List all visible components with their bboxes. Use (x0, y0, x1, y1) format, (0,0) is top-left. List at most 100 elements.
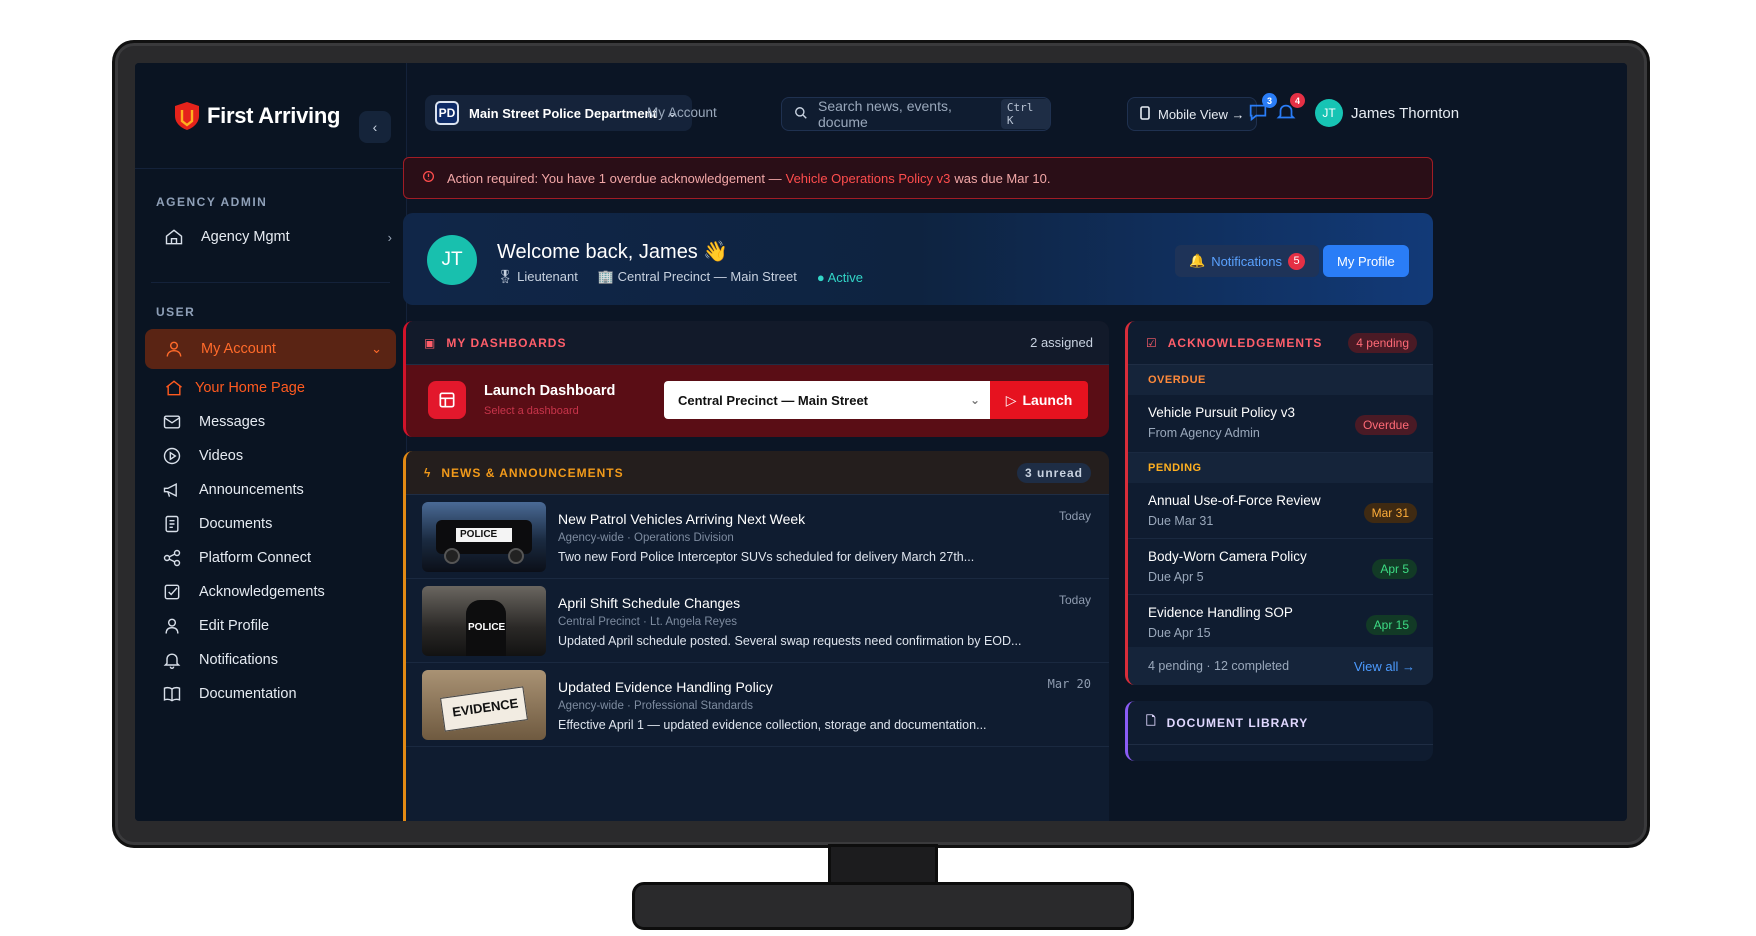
thumb-text: POLICE (460, 529, 498, 540)
view-all-link[interactable]: View all → (1354, 659, 1415, 674)
avatar[interactable]: JT (1315, 99, 1343, 127)
sidebar-item-edit-profile[interactable]: Edit Profile (135, 609, 406, 643)
ack-row[interactable]: Evidence Handling SOP Due Apr 15 Apr 15 (1128, 595, 1433, 651)
ack-row[interactable]: Annual Use-of-Force Review Due Mar 31 Ma… (1128, 483, 1433, 539)
launch-button[interactable]: ▷ Launch (990, 381, 1088, 419)
sidebar-item-videos[interactable]: Videos (135, 439, 406, 473)
dashboards-title: MY DASHBOARDS (446, 335, 567, 350)
my-profile-button[interactable]: My Profile (1323, 245, 1409, 277)
check-square-icon (161, 581, 183, 603)
monitor-stand-neck (828, 844, 938, 886)
check-square-icon: ☑ (1146, 335, 1158, 350)
alert-suffix: was due Mar 10. (954, 170, 1051, 186)
sidebar-item-platform-connect[interactable]: Platform Connect (135, 541, 406, 575)
chat-icon (1247, 104, 1269, 127)
sidebar-item-my-account[interactable]: My Account ⌄ (145, 329, 396, 369)
dept-name: Main Street Police Department (469, 105, 657, 121)
building-icon: 🏢 (597, 269, 618, 284)
pending-label: PENDING (1128, 453, 1433, 483)
news-header: ϟ NEWS & ANNOUNCEMENTS 3 unread (406, 451, 1109, 495)
dashboard-select[interactable]: Central Precinct — Main Street ⌄ (664, 381, 990, 419)
launch-dashboard-hint: Select a dashboard (484, 405, 579, 417)
due-badge: Mar 31 (1363, 503, 1417, 523)
user-name[interactable]: James Thornton (1351, 105, 1459, 122)
book-icon (161, 683, 183, 705)
sidebar-item-messages[interactable]: Messages (135, 405, 406, 439)
share-icon (161, 547, 183, 569)
news-date: Today (1058, 593, 1091, 607)
sidebar-item-announcements[interactable]: Announcements (135, 473, 406, 507)
pending-badge: 4 pending (1348, 332, 1417, 353)
overdue-alert-banner: Action required: You have 1 overdue ackn… (403, 157, 1433, 199)
search-placeholder: Search news, events, docume (818, 98, 952, 130)
notifications-button[interactable]: 🔔 Notifications 5 (1175, 245, 1319, 277)
doclib-header: 🗋 DOCUMENT LIBRARY (1128, 701, 1433, 745)
list-item[interactable]: POLICE April Shift Schedule Changes Cent… (406, 579, 1109, 663)
chevron-right-icon: › (387, 229, 392, 245)
launch-label: Launch (1022, 392, 1073, 408)
news-thumbnail: POLICE (422, 502, 546, 572)
list-item[interactable]: EVIDENCE Updated Evidence Handling Polic… (406, 663, 1109, 747)
sidebar-item-agency-mgmt[interactable]: Agency Mgmt › (135, 215, 406, 259)
collapse-sidebar-button[interactable]: ‹ (359, 111, 391, 143)
sidebar-item-acknowledgements[interactable]: Acknowledgements (135, 575, 406, 609)
alert-policy-link[interactable]: Vehicle Operations Policy v3 (786, 171, 951, 186)
news-meta: Agency-wide · Professional Standards (558, 700, 753, 712)
due-badge: Apr 5 (1372, 559, 1417, 579)
sidebar-item-label: Edit Profile (199, 618, 270, 634)
ack-row-overdue[interactable]: Vehicle Pursuit Policy v3 From Agency Ad… (1128, 395, 1433, 453)
search-icon (794, 106, 808, 123)
ack-title: Annual Use-of-Force Review (1148, 493, 1321, 508)
user-meta: 🎖 Lieutenant 🏢 Central Precinct — Main S… (497, 269, 863, 285)
notifications-button[interactable]: 4 (1275, 93, 1305, 127)
thumb-text: POLICE (468, 622, 506, 633)
user-icon (163, 338, 185, 360)
home-icon (163, 377, 185, 399)
acks-footer: 4 pending · 12 completed View all → (1128, 647, 1433, 685)
rank: 🎖 Lieutenant (497, 269, 578, 284)
unread-badge: 3 unread (1016, 462, 1091, 483)
acks-header: ☑ ACKNOWLEDGEMENTS 4 pending (1128, 321, 1433, 365)
sidebar-item-home[interactable]: Your Home Page (135, 371, 406, 405)
chevron-down-icon: ⌄ (371, 341, 382, 356)
ack-title: Body-Worn Camera Policy (1148, 549, 1307, 564)
ack-title: Vehicle Pursuit Policy v3 (1148, 405, 1296, 420)
news-excerpt: Updated April schedule posted. Several s… (558, 634, 1022, 648)
news-excerpt: Effective April 1 — updated evidence col… (558, 718, 987, 732)
status-badge: ● Active (816, 269, 864, 285)
bell-icon (1275, 104, 1297, 127)
ack-sub: Due Apr 15 (1148, 626, 1211, 640)
news-date: Mar 20 (1047, 677, 1091, 691)
my-account-link[interactable]: My Account (647, 105, 717, 120)
sidebar-item-label: Announcements (199, 482, 304, 498)
notifications-count: 4 (1290, 93, 1305, 108)
acks-title: ACKNOWLEDGEMENTS (1167, 335, 1323, 350)
phone-icon (1140, 105, 1150, 123)
monitor-stand-base (632, 882, 1134, 930)
ack-sub: Due Apr 5 (1148, 570, 1204, 584)
messages-button[interactable]: 3 (1247, 93, 1277, 127)
list-item[interactable]: POLICE New Patrol Vehicles Arriving Next… (406, 495, 1109, 579)
file-icon: 🗋 (1146, 714, 1157, 728)
notifications-badge: 5 (1288, 252, 1305, 270)
section-label-user: USER (156, 305, 196, 319)
ack-row[interactable]: Body-Worn Camera Policy Due Apr 5 Apr 5 (1128, 539, 1433, 595)
news-thumbnail: POLICE (422, 586, 546, 656)
sidebar-item-label: Documents (199, 516, 273, 532)
bell-icon (161, 649, 183, 671)
sidebar-item-documentation[interactable]: Documentation (135, 677, 406, 711)
shield-logo-icon (173, 101, 201, 131)
section-label-admin: AGENCY ADMIN (156, 195, 268, 209)
sidebar-item-documents[interactable]: Documents (135, 507, 406, 541)
mobile-view-button[interactable]: Mobile View → (1127, 97, 1258, 131)
monitor-frame: First Arriving ‹ AGENCY ADMIN Agency Mgm… (112, 40, 1650, 848)
sidebar-item-label: My Account (201, 341, 276, 357)
news-title: Updated Evidence Handling Policy (558, 679, 773, 695)
document-library-card: 🗋 DOCUMENT LIBRARY (1125, 701, 1433, 761)
status-badge: Overdue (1354, 415, 1417, 435)
dept-badge: PD (435, 101, 459, 125)
sidebar-item-notifications[interactable]: Notifications (135, 643, 406, 677)
search-input[interactable]: Search news, events, docume Ctrl K (781, 97, 1051, 131)
shortcut-hint: Ctrl K (1000, 99, 1050, 129)
news-thumbnail: EVIDENCE (422, 670, 546, 740)
